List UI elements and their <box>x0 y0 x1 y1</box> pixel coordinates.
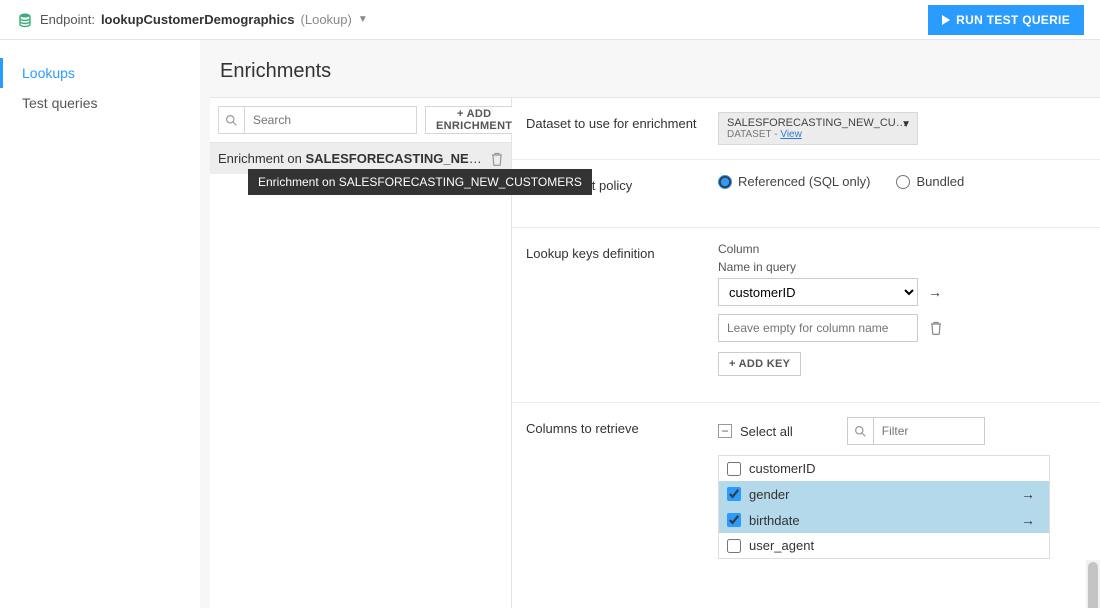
search-input[interactable] <box>245 107 416 133</box>
column-row-gender[interactable]: gender → <box>719 481 1049 507</box>
play-icon <box>942 15 950 25</box>
policy-option-referenced[interactable]: Referenced (SQL only) <box>718 174 870 189</box>
enrichments-list-header: + ADD ENRICHMENT <box>210 98 511 143</box>
column-checkbox[interactable] <box>727 539 741 553</box>
add-key-button[interactable]: + ADD KEY <box>718 352 801 376</box>
scrollbar[interactable] <box>1086 560 1100 608</box>
keys-name-head: Name in query <box>718 260 1082 274</box>
column-name: customerID <box>749 461 815 476</box>
column-name: user_agent <box>749 538 814 553</box>
policy-option-bundled[interactable]: Bundled <box>896 174 964 189</box>
enrichment-tooltip: Enrichment on SALESFORECASTING_NEW_CUSTO… <box>248 169 592 195</box>
policy-row: Deployment policy Referenced (SQL only) … <box>512 160 1100 228</box>
policy-radio-referenced[interactable] <box>718 175 732 189</box>
sidebar: Lookups Test queries <box>0 40 200 608</box>
endpoint-name: lookupCustomerDemographics <box>101 12 295 27</box>
arrow-right-icon: → <box>1021 486 1035 502</box>
panel-split: + ADD ENRICHMENT Enrichment on SALESFORE… <box>210 97 1100 608</box>
dataset-selector[interactable]: SALESFORECASTING_NEW_CUSTOM… DATASET - V… <box>718 112 918 145</box>
arrow-right-icon: → <box>928 284 942 300</box>
sidebar-item-lookups[interactable]: Lookups <box>0 58 200 88</box>
policy-radio-bundled[interactable] <box>896 175 910 189</box>
column-checkbox[interactable] <box>727 462 741 476</box>
arrow-right-icon: → <box>1021 512 1035 528</box>
endpoint-breadcrumb[interactable]: Endpoint: lookupCustomerDemographics (Lo… <box>16 11 368 29</box>
keys-column-head: Column <box>718 242 1082 256</box>
enrichment-row-text: Enrichment on SALESFORECASTING_NEW_C… <box>218 151 485 166</box>
run-test-queries-button[interactable]: RUN TEST QUERIE <box>928 5 1084 35</box>
dataset-name: SALESFORECASTING_NEW_CUSTOM… <box>727 117 909 129</box>
column-checkbox[interactable] <box>727 487 741 501</box>
run-button-label: RUN TEST QUERIE <box>956 13 1070 27</box>
enrichment-detail-panel: Dataset to use for enrichment SALESFOREC… <box>512 98 1100 608</box>
trash-icon[interactable] <box>930 321 942 335</box>
columns-row: Columns to retrieve − Select all <box>512 403 1100 573</box>
main-layout: Lookups Test queries Enrichments + ADD E… <box>0 40 1100 608</box>
key-select-row: customerID → <box>718 278 1082 306</box>
column-row-birthdate[interactable]: birthdate → <box>719 507 1049 533</box>
columns-label: Columns to retrieve <box>526 417 718 559</box>
search-box[interactable] <box>218 106 417 134</box>
chevron-down-icon[interactable]: ▼ <box>358 14 368 25</box>
column-row-user-agent[interactable]: user_agent <box>719 533 1049 558</box>
endpoint-type: (Lookup) <box>301 12 352 27</box>
enrichment-row[interactable]: Enrichment on SALESFORECASTING_NEW_C… En… <box>210 143 511 174</box>
search-icon <box>848 418 874 444</box>
scrollbar-thumb[interactable] <box>1088 562 1098 608</box>
policy-radio-group: Referenced (SQL only) Bundled <box>718 174 1082 189</box>
dataset-subline: DATASET - View <box>727 129 909 140</box>
enrichments-list-panel: + ADD ENRICHMENT Enrichment on SALESFORE… <box>210 98 512 608</box>
keys-row: Lookup keys definition Column Name in qu… <box>512 228 1100 403</box>
sidebar-item-test-queries[interactable]: Test queries <box>0 88 200 118</box>
dataset-view-link[interactable]: View <box>780 129 802 140</box>
column-name: gender <box>749 487 789 502</box>
columns-filter-box[interactable] <box>847 417 985 445</box>
add-enrichment-button[interactable]: + ADD ENRICHMENT <box>425 106 523 134</box>
top-bar: Endpoint: lookupCustomerDemographics (Lo… <box>0 0 1100 40</box>
column-name: birthdate <box>749 513 800 528</box>
column-row-customerid[interactable]: customerID <box>719 456 1049 481</box>
select-all[interactable]: − Select all <box>718 424 793 439</box>
columns-filter-input[interactable] <box>874 418 984 444</box>
dataset-label: Dataset to use for enrichment <box>526 112 718 145</box>
column-checkbox[interactable] <box>727 513 741 527</box>
tristate-checkbox-icon[interactable]: − <box>718 424 732 438</box>
key-column-select[interactable]: customerID <box>718 278 918 306</box>
dataset-row: Dataset to use for enrichment SALESFOREC… <box>512 98 1100 160</box>
endpoint-label: Endpoint: <box>40 12 95 27</box>
search-icon <box>219 107 245 133</box>
keys-label: Lookup keys definition <box>526 242 718 376</box>
chevron-down-icon[interactable]: ▼ <box>901 119 911 130</box>
columns-list: customerID gender → birthdate → <box>718 455 1050 559</box>
trash-icon[interactable] <box>485 152 503 166</box>
database-icon <box>16 11 34 29</box>
key-name-input[interactable] <box>718 314 918 342</box>
content-area: Enrichments + ADD ENRICHMENT Enrichment … <box>200 40 1100 608</box>
page-title: Enrichments <box>210 56 1100 97</box>
